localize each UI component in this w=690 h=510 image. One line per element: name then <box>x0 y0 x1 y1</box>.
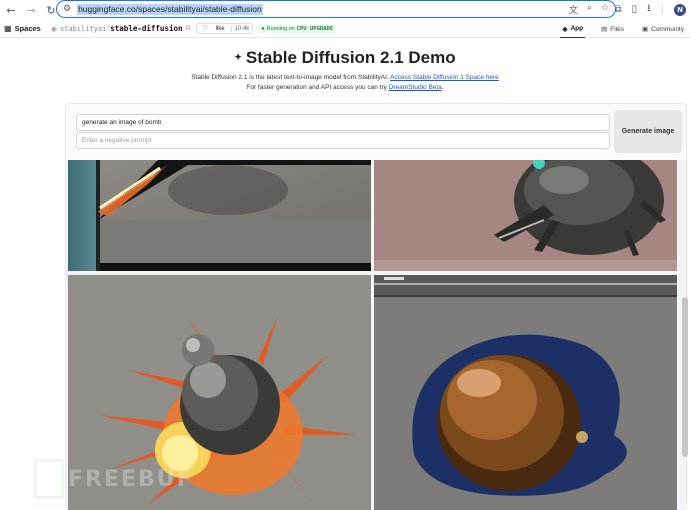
spaces-logo-icon[interactable]: ▦ <box>4 24 12 33</box>
watermark-text: FREEBUF <box>68 466 194 492</box>
desc-text-2: For faster generation and API access you… <box>246 84 387 91</box>
sd1-space-link[interactable]: Access Stable Diffusion 1 Space here <box>390 74 499 81</box>
status-prefix: Running on <box>266 25 295 32</box>
tab-community-label: Community <box>651 25 684 33</box>
site-settings-icon[interactable]: ⚙ <box>63 4 71 14</box>
page-title-text: Stable Diffusion 2.1 Demo <box>245 48 456 67</box>
negative-prompt-input[interactable] <box>76 132 610 149</box>
zoom-icon[interactable]: ⌕ <box>587 3 592 16</box>
generated-image-1[interactable] <box>68 160 371 271</box>
space-tabs: ◈ App ▤ Files ▣ Community <box>560 20 686 38</box>
freebuf-watermark: FREEBUF <box>34 459 194 499</box>
tab-community[interactable]: ▣ Community <box>640 20 686 38</box>
heart-icon: ♡ <box>202 26 208 32</box>
like-button[interactable]: ♡ like 10.4k <box>195 23 254 34</box>
tab-files-label: Files <box>610 25 624 33</box>
gallery-scrollbar[interactable] <box>682 297 688 457</box>
image-4-art <box>374 275 677 510</box>
org-name[interactable]: stabilityai <box>60 25 106 33</box>
files-icon: ▤ <box>601 26 608 33</box>
desc-line-2: For faster generation and API access you… <box>0 83 690 93</box>
tab-app-label: App <box>570 25 584 32</box>
like-text: like <box>215 26 225 32</box>
generate-image-button[interactable]: Generate image <box>614 110 682 153</box>
extensions-icon[interactable]: ⧉ <box>614 4 621 15</box>
prompt-group <box>76 114 610 150</box>
repo-name[interactable]: stable-diffusion <box>110 24 182 33</box>
prompt-input[interactable] <box>76 114 610 131</box>
org-icon: ◉ <box>50 25 57 33</box>
image-gallery <box>66 160 686 510</box>
app-icon: ◈ <box>562 25 568 33</box>
forward-arrow-icon[interactable]: → <box>22 1 40 19</box>
dreamstudio-link[interactable]: DreamStudio Beta <box>389 84 442 91</box>
status-badge: ● Running on CPU UPGRADE <box>258 24 337 33</box>
spaces-link[interactable]: Spaces <box>15 24 41 33</box>
image-1-art <box>68 160 371 271</box>
page-description: Stable Diffusion 2.1 is the latest text-… <box>0 73 690 93</box>
stability-logo-icon: ✦ <box>234 52 242 62</box>
translate-icon[interactable]: 文 <box>569 3 578 16</box>
desc-line-1: Stable Diffusion 2.1 is the latest text-… <box>0 73 690 83</box>
sidebar-icon[interactable]: ▯ <box>632 4 638 15</box>
generated-image-2[interactable] <box>374 160 677 271</box>
copy-icon[interactable]: ⧉ <box>186 25 191 33</box>
desc-text-1: Stable Diffusion 2.1 is the latest text-… <box>191 74 389 81</box>
browser-toolbar: ← → ↻ ⚙ huggingface.co/spaces/stabilitya… <box>0 0 690 20</box>
generated-image-4[interactable] <box>374 275 677 510</box>
divider: | <box>660 4 664 15</box>
spaces-header: ▦ Spaces ◉ stabilityai / stable-diffusio… <box>0 20 690 38</box>
status-dot-icon: ● <box>261 25 265 32</box>
page-title: ✦ Stable Diffusion 2.1 Demo <box>0 48 690 68</box>
tab-app[interactable]: ◈ App <box>560 20 586 38</box>
tab-files[interactable]: ▤ Files <box>599 20 626 38</box>
like-count: 10.4k <box>230 25 253 32</box>
like-label: ♡ like <box>197 25 231 32</box>
url-text: huggingface.co/spaces/stabilityai/stable… <box>77 3 263 15</box>
image-2-art <box>374 160 677 271</box>
back-arrow-icon[interactable]: ← <box>2 1 20 19</box>
bookmark-star-icon[interactable]: ☆ <box>601 3 609 16</box>
address-bar[interactable]: ⚙ huggingface.co/spaces/stabilityai/stab… <box>56 0 616 18</box>
desc-end: . <box>441 84 444 91</box>
status-hardware: CPU UPGRADE <box>296 25 334 32</box>
download-icon[interactable]: ⭳ <box>647 1 651 18</box>
path-separator: / <box>107 25 110 32</box>
watermark-logo-icon <box>34 459 64 499</box>
profile-avatar[interactable]: N <box>674 3 686 16</box>
community-icon: ▣ <box>641 26 649 33</box>
